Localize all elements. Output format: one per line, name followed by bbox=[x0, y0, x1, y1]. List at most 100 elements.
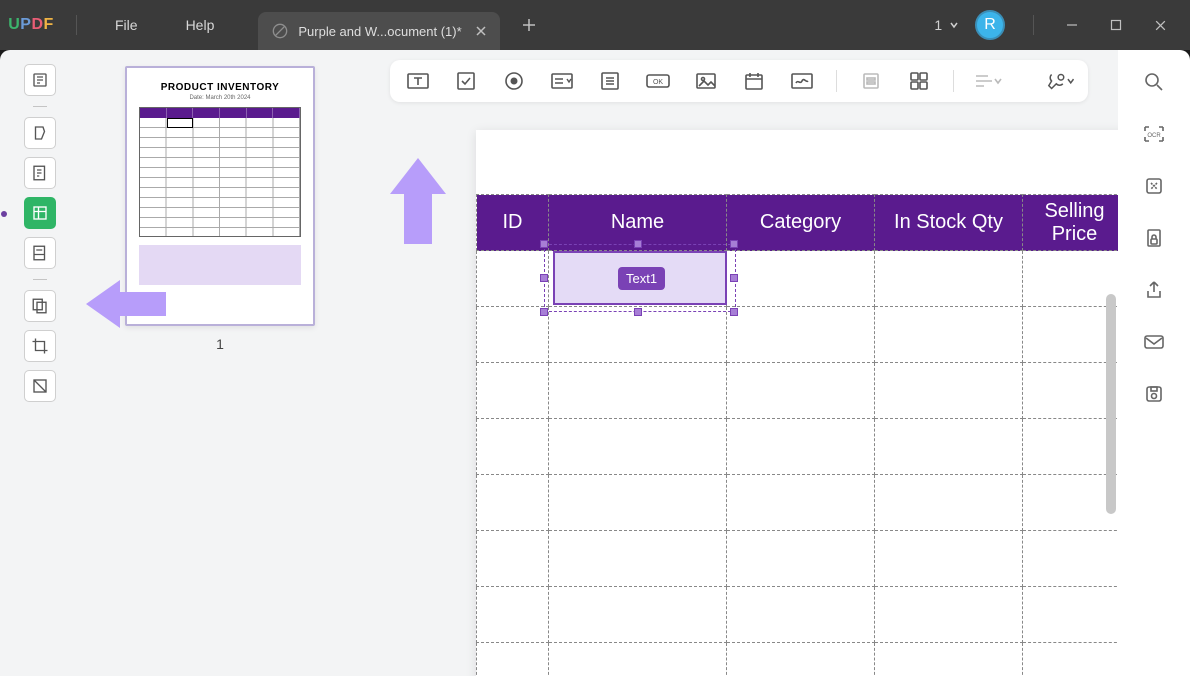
divider bbox=[33, 106, 47, 107]
email-button[interactable] bbox=[1140, 328, 1168, 356]
toolbar-separator bbox=[836, 70, 837, 92]
multi-form-button[interactable] bbox=[905, 67, 933, 95]
right-sidebar: OCR bbox=[1118, 50, 1190, 676]
resize-handle[interactable] bbox=[540, 240, 548, 248]
form-toolbar: OK bbox=[390, 60, 1088, 102]
thumbnail-table-preview bbox=[139, 107, 301, 237]
resize-handle[interactable] bbox=[540, 274, 548, 282]
menu-file[interactable]: File bbox=[111, 17, 142, 33]
table-header-row: ID Name Category In Stock Qty Selling Pr… bbox=[477, 195, 1119, 251]
ocr-button[interactable]: OCR bbox=[1140, 120, 1168, 148]
divider bbox=[33, 279, 47, 280]
convert-button[interactable] bbox=[1140, 172, 1168, 200]
share-button[interactable] bbox=[1140, 276, 1168, 304]
radio-button[interactable] bbox=[500, 67, 528, 95]
edit-page-icon bbox=[31, 164, 49, 182]
resize-handle[interactable] bbox=[634, 240, 642, 248]
calendar-icon bbox=[743, 70, 765, 92]
form-icon bbox=[31, 204, 49, 222]
table-row bbox=[477, 587, 1119, 643]
crop-icon bbox=[31, 337, 49, 355]
resize-handle[interactable] bbox=[730, 308, 738, 316]
svg-text:OK: OK bbox=[653, 79, 663, 86]
window-close-button[interactable] bbox=[1140, 5, 1180, 45]
listbox-button[interactable] bbox=[596, 67, 624, 95]
crop-tool[interactable] bbox=[24, 330, 56, 362]
title-bar: UPDF File Help Purple and W...ocument (1… bbox=[0, 0, 1190, 50]
dropdown-button[interactable] bbox=[548, 67, 576, 95]
image-field-button[interactable] bbox=[692, 67, 720, 95]
checkbox-icon bbox=[455, 70, 477, 92]
search-button[interactable] bbox=[1140, 68, 1168, 96]
new-tab-button[interactable] bbox=[514, 10, 544, 40]
canvas: OK bbox=[360, 50, 1118, 676]
thumbnail-doc-title: PRODUCT INVENTORY bbox=[139, 82, 301, 93]
window-maximize-button[interactable] bbox=[1096, 5, 1136, 45]
resize-handle[interactable] bbox=[730, 274, 738, 282]
page-number: 1 bbox=[216, 336, 224, 352]
menu-help[interactable]: Help bbox=[182, 17, 219, 33]
image-icon bbox=[695, 71, 717, 91]
table-row bbox=[477, 475, 1119, 531]
document-tab[interactable]: Purple and W...ocument (1)* bbox=[258, 12, 499, 50]
tab-close-button[interactable] bbox=[472, 22, 490, 40]
text-field-icon bbox=[406, 70, 430, 92]
edit-pdf-tool[interactable] bbox=[24, 157, 56, 189]
dropdown-icon bbox=[550, 70, 574, 92]
header-id: ID bbox=[477, 195, 549, 251]
table-row bbox=[477, 363, 1119, 419]
comment-tool[interactable] bbox=[24, 117, 56, 149]
form-settings-button[interactable] bbox=[1046, 67, 1074, 95]
active-indicator bbox=[1, 211, 7, 217]
document-page[interactable]: ID Name Category In Stock Qty Selling Pr… bbox=[476, 130, 1118, 676]
redact-tool[interactable] bbox=[24, 370, 56, 402]
save-button[interactable] bbox=[1140, 380, 1168, 408]
radio-icon bbox=[503, 70, 525, 92]
single-icon bbox=[861, 71, 881, 91]
book-icon bbox=[31, 71, 49, 89]
no-preview-icon bbox=[272, 23, 288, 39]
toolbar-separator bbox=[953, 70, 954, 92]
resize-handle[interactable] bbox=[540, 308, 548, 316]
vertical-scrollbar[interactable] bbox=[1106, 294, 1116, 514]
divider bbox=[76, 15, 77, 35]
table-row bbox=[477, 307, 1119, 363]
table-row bbox=[477, 643, 1119, 676]
ocr-icon: OCR bbox=[1142, 124, 1166, 144]
header-category: Category bbox=[727, 195, 875, 251]
resize-handle[interactable] bbox=[730, 240, 738, 248]
workspace: PRODUCT INVENTORY Date: March 20th 2024 … bbox=[0, 50, 1190, 676]
chevron-down-icon bbox=[1067, 77, 1074, 85]
tutorial-arrow-up bbox=[388, 158, 448, 244]
user-avatar[interactable]: R bbox=[975, 10, 1005, 40]
svg-text:OCR: OCR bbox=[1147, 133, 1161, 139]
window-minimize-button[interactable] bbox=[1052, 5, 1092, 45]
zoom-indicator[interactable]: 1 bbox=[934, 17, 959, 33]
listbox-icon bbox=[599, 70, 621, 92]
reader-tool[interactable] bbox=[24, 64, 56, 96]
app-logo: UPDF bbox=[0, 16, 62, 34]
field-name-chip[interactable]: Text1 bbox=[618, 267, 665, 290]
resize-handle[interactable] bbox=[634, 308, 642, 316]
align-button[interactable] bbox=[974, 67, 1002, 95]
form-tool[interactable] bbox=[24, 197, 56, 229]
header-price: Selling Price bbox=[1023, 195, 1119, 251]
grid-icon bbox=[909, 71, 929, 91]
mail-icon bbox=[1143, 333, 1165, 351]
organize-tool[interactable] bbox=[24, 237, 56, 269]
text-field-button[interactable] bbox=[404, 67, 432, 95]
minimize-icon bbox=[1066, 19, 1078, 31]
button-field-button[interactable]: OK bbox=[644, 67, 672, 95]
redact-icon bbox=[31, 377, 49, 395]
page-tools[interactable] bbox=[24, 290, 56, 322]
signature-field-button[interactable] bbox=[788, 67, 816, 95]
ok-button-icon: OK bbox=[645, 71, 671, 91]
plus-icon bbox=[522, 18, 536, 32]
checkbox-button[interactable] bbox=[452, 67, 480, 95]
date-field-button[interactable] bbox=[740, 67, 768, 95]
highlighter-icon bbox=[31, 124, 49, 142]
protect-button[interactable] bbox=[1140, 224, 1168, 252]
convert-icon bbox=[1143, 175, 1165, 197]
chevron-down-icon bbox=[949, 20, 959, 30]
single-form-button[interactable] bbox=[857, 67, 885, 95]
